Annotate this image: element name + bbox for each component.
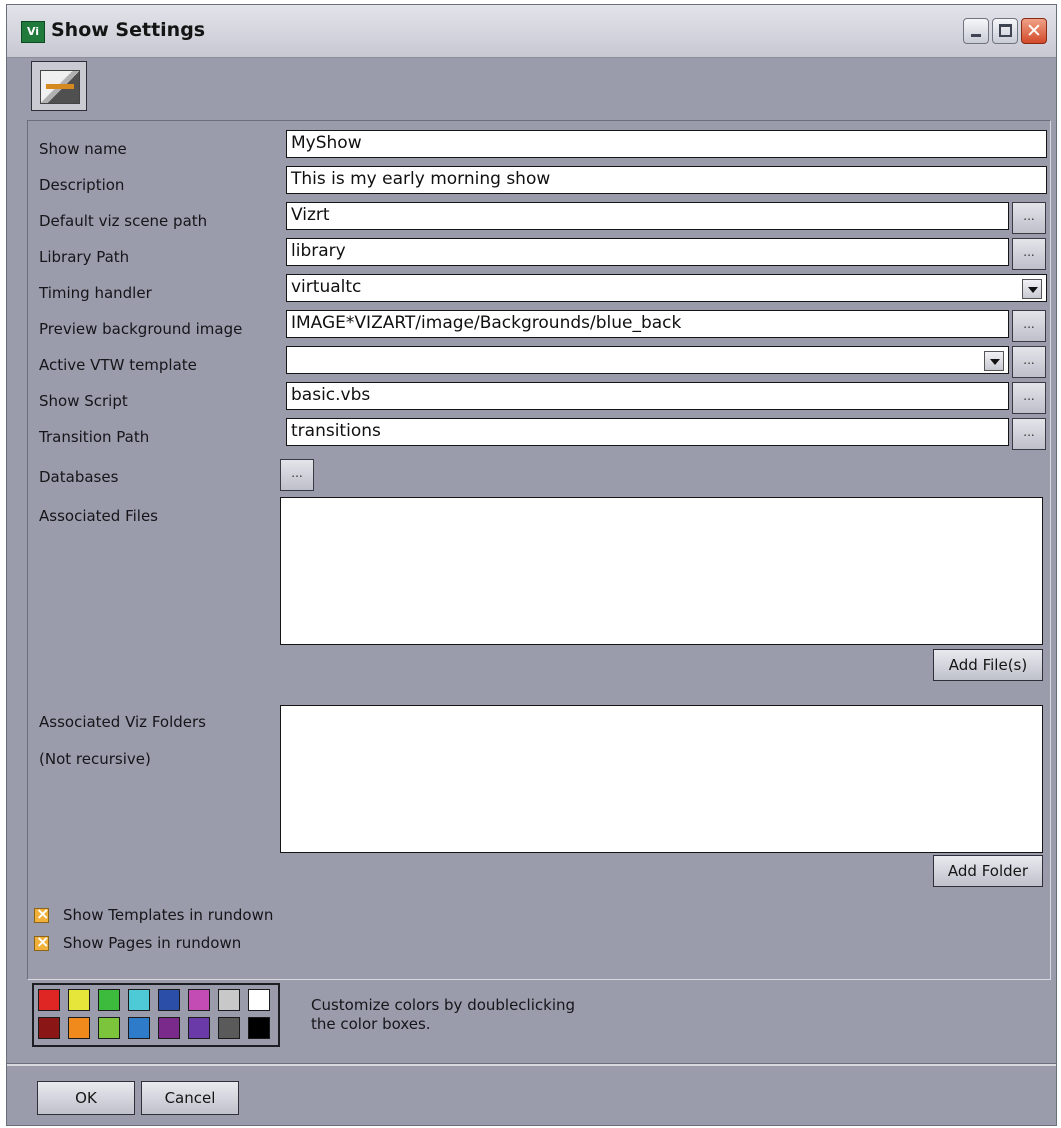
app-icon: Vi: [21, 21, 45, 43]
transition-path-label: Transition Path: [39, 428, 150, 446]
close-icon: ✕: [1026, 20, 1042, 42]
show-script-label: Show Script: [39, 392, 128, 410]
color-swatch[interactable]: [248, 1017, 270, 1039]
color-swatch[interactable]: [98, 1017, 120, 1039]
preview-background-image-label: Preview background image: [39, 320, 243, 338]
description-field[interactable]: This is my early morning show: [286, 166, 1047, 194]
library-path-browse-button[interactable]: ...: [1012, 238, 1046, 270]
show-name-label: Show name: [39, 140, 127, 158]
window-title: Show Settings: [51, 19, 206, 41]
ok-button[interactable]: OK: [37, 1081, 135, 1115]
library-path-field[interactable]: library: [286, 238, 1009, 266]
timing-handler-dropdown-icon[interactable]: [1022, 279, 1042, 299]
default-viz-scene-path-browse-button[interactable]: ...: [1012, 202, 1046, 234]
color-swatch[interactable]: [38, 1017, 60, 1039]
color-swatch[interactable]: [98, 989, 120, 1011]
description-label: Description: [39, 176, 125, 194]
databases-label: Databases: [39, 468, 119, 486]
color-swatch[interactable]: [68, 989, 90, 1011]
color-swatch[interactable]: [158, 1017, 180, 1039]
color-swatch[interactable]: [218, 1017, 240, 1039]
show-templates-checkbox[interactable]: [34, 904, 49, 923]
timing-handler-label: Timing handler: [39, 284, 152, 302]
associated-files-label: Associated Files: [39, 507, 158, 525]
timing-handler-value: virtualtc: [291, 277, 362, 297]
maximize-icon: [999, 24, 1012, 37]
minimize-button[interactable]: [963, 18, 989, 44]
color-swatch[interactable]: [188, 1017, 210, 1039]
add-files-button[interactable]: Add File(s): [933, 649, 1043, 681]
show-name-field[interactable]: MyShow: [286, 130, 1047, 158]
transition-path-field[interactable]: transitions: [286, 418, 1009, 446]
add-folder-button[interactable]: Add Folder: [933, 855, 1043, 887]
color-swatch[interactable]: [218, 989, 240, 1011]
color-swatch[interactable]: [158, 989, 180, 1011]
color-swatch[interactable]: [128, 1017, 150, 1039]
transition-path-browse-button[interactable]: ...: [1012, 418, 1046, 450]
show-pages-label: Show Pages in rundown: [63, 934, 242, 952]
color-swatch[interactable]: [188, 989, 210, 1011]
show-pages-checkbox[interactable]: [34, 932, 49, 951]
default-viz-scene-path-label: Default viz scene path: [39, 212, 208, 230]
close-button[interactable]: ✕: [1021, 18, 1047, 44]
associated-files-list[interactable]: [280, 497, 1043, 645]
preview-background-image-field[interactable]: IMAGE*VIZART/image/Backgrounds/blue_back: [286, 310, 1009, 338]
databases-browse-button[interactable]: ...: [280, 459, 314, 491]
minimize-icon: [971, 34, 981, 37]
color-swatch[interactable]: [128, 989, 150, 1011]
maximize-button[interactable]: [992, 18, 1018, 44]
not-recursive-label: (Not recursive): [39, 750, 151, 768]
color-palette: [32, 983, 280, 1047]
footer-divider: [7, 1063, 1056, 1066]
palette-hint-text: Customize colors by doubleclicking the c…: [311, 996, 576, 1033]
active-vtw-template-dropdown-icon[interactable]: [984, 351, 1004, 371]
show-script-field[interactable]: basic.vbs: [286, 382, 1009, 410]
cancel-button[interactable]: Cancel: [141, 1081, 239, 1115]
default-viz-scene-path-field[interactable]: Vizrt: [286, 202, 1009, 230]
show-settings-window: Vi Show Settings ✕ Show name MyShow Desc…: [6, 4, 1057, 1126]
color-swatch[interactable]: [68, 1017, 90, 1039]
associated-viz-folders-label: Associated Viz Folders: [39, 713, 206, 731]
library-path-label: Library Path: [39, 248, 130, 266]
color-swatch[interactable]: [248, 989, 270, 1011]
title-bar[interactable]: Vi Show Settings ✕: [7, 5, 1056, 58]
active-vtw-template-browse-button[interactable]: ...: [1012, 346, 1046, 378]
active-vtw-template-label: Active VTW template: [39, 356, 197, 374]
color-swatch[interactable]: [38, 989, 60, 1011]
preview-background-image-browse-button[interactable]: ...: [1012, 310, 1046, 342]
show-script-browse-button[interactable]: ...: [1012, 382, 1046, 414]
associated-viz-folders-list[interactable]: [280, 705, 1043, 853]
show-settings-toolbar-button[interactable]: [31, 61, 87, 111]
active-vtw-template-select[interactable]: [286, 346, 1009, 374]
timing-handler-select[interactable]: virtualtc: [286, 274, 1047, 302]
show-templates-label: Show Templates in rundown: [63, 906, 274, 924]
